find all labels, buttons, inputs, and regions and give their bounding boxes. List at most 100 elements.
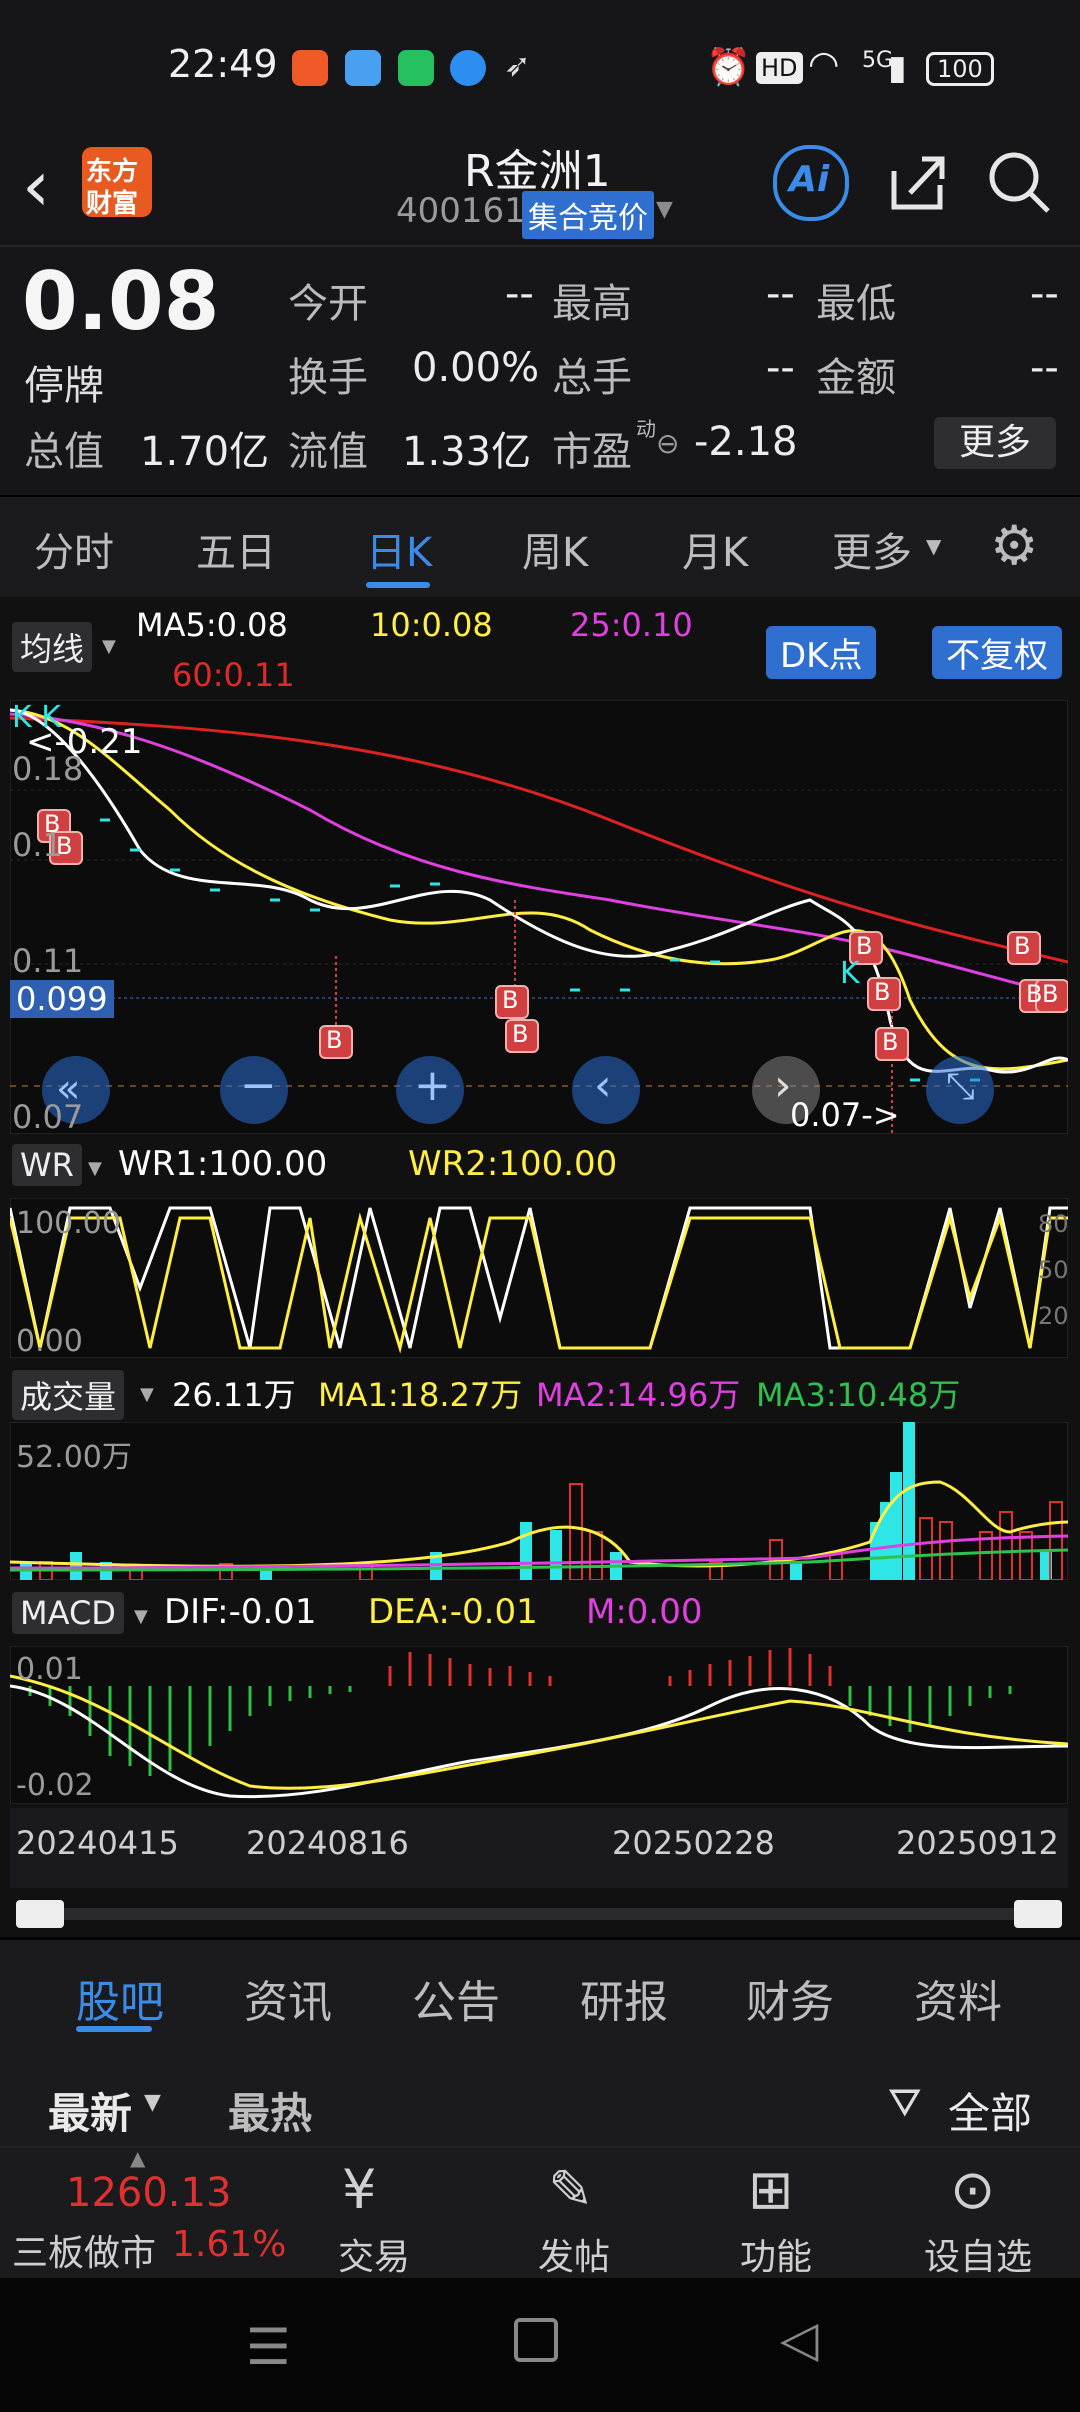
- fullscreen-icon[interactable]: ⤡: [946, 1066, 975, 1108]
- open-label: 今开: [288, 281, 368, 327]
- back-nav-icon[interactable]: ◁: [780, 2310, 818, 2368]
- float-value: 1.33亿: [402, 429, 532, 475]
- chevron-down-icon: ▼: [144, 2090, 161, 2115]
- low-value: --: [1030, 271, 1059, 317]
- volume-value: --: [766, 345, 795, 391]
- menu-icon[interactable]: ☰: [246, 2318, 291, 2376]
- stock-header: ‹ 东方 财富 R金洲1 400161 集合竞价 ▼ Ai: [0, 135, 1080, 247]
- zoom-out-icon[interactable]: −: [240, 1060, 277, 1111]
- range-slider-left-handle[interactable]: [16, 1900, 64, 1928]
- tab-more[interactable]: 更多: [832, 520, 912, 578]
- index-value[interactable]: 1260.13: [66, 2170, 231, 2216]
- gear-icon[interactable]: ⚙: [990, 514, 1038, 577]
- volume-label: 总手: [552, 355, 632, 401]
- filter-all[interactable]: 全部: [948, 2080, 1032, 2141]
- brand-logo: 东方 财富: [82, 147, 152, 219]
- chevron-down-icon: ▼: [140, 1384, 154, 1405]
- k-marker: K: [840, 956, 860, 991]
- wr1-label: WR1:100.00: [118, 1144, 328, 1184]
- b-marker-label: B: [326, 1026, 343, 1054]
- status-bar: 22:49 ➶ ⏰ HD ◠ 5G ▮ 100: [0, 0, 1080, 135]
- back-icon[interactable]: ‹: [22, 145, 50, 227]
- auction-badge: 集合竞价: [522, 191, 654, 239]
- stock-code: 400161: [396, 191, 526, 231]
- share-icon[interactable]: [884, 149, 950, 215]
- b-marker-label: B: [1014, 932, 1031, 960]
- ai-button[interactable]: Ai: [773, 145, 849, 221]
- y-axis-label: 0.1: [12, 826, 63, 864]
- zoom-in-icon[interactable]: +: [414, 1060, 451, 1111]
- index-name[interactable]: 三板做市: [12, 2224, 156, 2276]
- filter-icon[interactable]: ⛛: [888, 2080, 922, 2126]
- battery-icon: 100: [926, 52, 994, 86]
- app-notification-icon: [450, 50, 486, 86]
- trade-icon[interactable]: ¥: [342, 2158, 376, 2221]
- tab-guba[interactable]: 股吧: [76, 1966, 164, 2030]
- tab-profile[interactable]: 资料: [914, 1966, 1002, 2030]
- scroll-left-icon[interactable]: ‹: [594, 1060, 612, 1111]
- sort-hot[interactable]: 最热: [228, 2080, 312, 2141]
- b-marker-label: B: [1042, 980, 1059, 1008]
- sort-latest[interactable]: 最新: [48, 2080, 132, 2141]
- dk-button[interactable]: DK点: [766, 626, 877, 679]
- search-icon[interactable]: [986, 149, 1052, 215]
- mktcap-label: 总值: [24, 429, 104, 475]
- ma5-label: MA5:0.08: [136, 606, 288, 644]
- ai-label: Ai: [789, 159, 830, 200]
- macd-selector[interactable]: MACD: [12, 1592, 124, 1634]
- turnover-label: 换手: [288, 355, 368, 401]
- volume-current: 26.11万: [172, 1376, 296, 1414]
- more-button[interactable]: 更多: [934, 417, 1056, 469]
- post-label[interactable]: 发帖: [538, 2228, 610, 2280]
- tab-daily-k[interactable]: 日K: [366, 520, 432, 578]
- volume-ma2: MA2:14.96万: [536, 1376, 741, 1414]
- wr-selector[interactable]: WR: [12, 1144, 82, 1186]
- open-value: --: [505, 271, 534, 317]
- range-slider-track[interactable]: [40, 1908, 1040, 1920]
- range-slider-right-handle[interactable]: [1014, 1900, 1062, 1928]
- ma-selector[interactable]: 均线: [12, 622, 93, 672]
- signal-icon: ▮: [888, 48, 907, 88]
- home-icon[interactable]: [514, 2318, 558, 2362]
- wr-chart: [10, 1198, 1068, 1358]
- tab-intraday[interactable]: 分时: [34, 520, 114, 578]
- chevron-down-icon: ▼: [134, 1606, 148, 1627]
- volume-selector[interactable]: 成交量: [12, 1370, 125, 1420]
- func-label[interactable]: 功能: [740, 2228, 812, 2280]
- wr-right-label: 80: [1038, 1210, 1069, 1238]
- tab-weekly-k[interactable]: 周K: [522, 520, 588, 578]
- app-notification-icon: [292, 50, 328, 86]
- ma60-label: 60:0.11: [172, 656, 295, 694]
- fq-button[interactable]: 不复权: [932, 626, 1062, 679]
- tab-research[interactable]: 研报: [580, 1966, 668, 2030]
- chevron-up-icon[interactable]: ▲: [130, 2146, 145, 2170]
- grid-icon[interactable]: ⊞: [748, 2158, 793, 2221]
- tab-news[interactable]: 资讯: [244, 1966, 332, 2030]
- macd-chart: [10, 1646, 1068, 1804]
- macd-y-top: 0.01: [16, 1652, 83, 1687]
- kline-chart[interactable]: [10, 700, 1068, 1134]
- amount-value: --: [1030, 345, 1059, 391]
- index-change[interactable]: 1.61%: [172, 2224, 286, 2265]
- tab-finance[interactable]: 财务: [746, 1966, 834, 2030]
- wr-right-label: 50: [1038, 1256, 1069, 1284]
- tab-monthly-k[interactable]: 月K: [682, 520, 748, 578]
- chevron-down-icon[interactable]: ▼: [656, 197, 673, 222]
- watch-label[interactable]: 设自选: [924, 2228, 1032, 2280]
- ma25-label: 25:0.10: [570, 606, 693, 644]
- ma10-label: 10:0.08: [370, 606, 493, 644]
- volume-ma1: MA1:18.27万: [318, 1376, 523, 1414]
- info-icon[interactable]: ⊖: [656, 427, 679, 460]
- date-label: 20250228: [612, 1824, 775, 1862]
- float-label: 流值: [288, 429, 368, 475]
- tab-five-day[interactable]: 五日: [196, 520, 276, 578]
- macd-m: M:0.00: [586, 1592, 703, 1632]
- b-marker-label: B: [882, 1028, 899, 1056]
- scroll-right-icon[interactable]: ›: [774, 1060, 792, 1111]
- date-label: 20250912: [896, 1824, 1059, 1862]
- more-dots-icon[interactable]: ⊙: [950, 2158, 995, 2221]
- quote-panel: 0.08 停牌 今开 -- 最高 -- 最低 -- 换手 0.00% 总手 --…: [0, 247, 1080, 495]
- trade-label[interactable]: 交易: [338, 2228, 410, 2280]
- compose-icon[interactable]: ✎: [548, 2158, 593, 2221]
- tab-announcements[interactable]: 公告: [412, 1966, 500, 2030]
